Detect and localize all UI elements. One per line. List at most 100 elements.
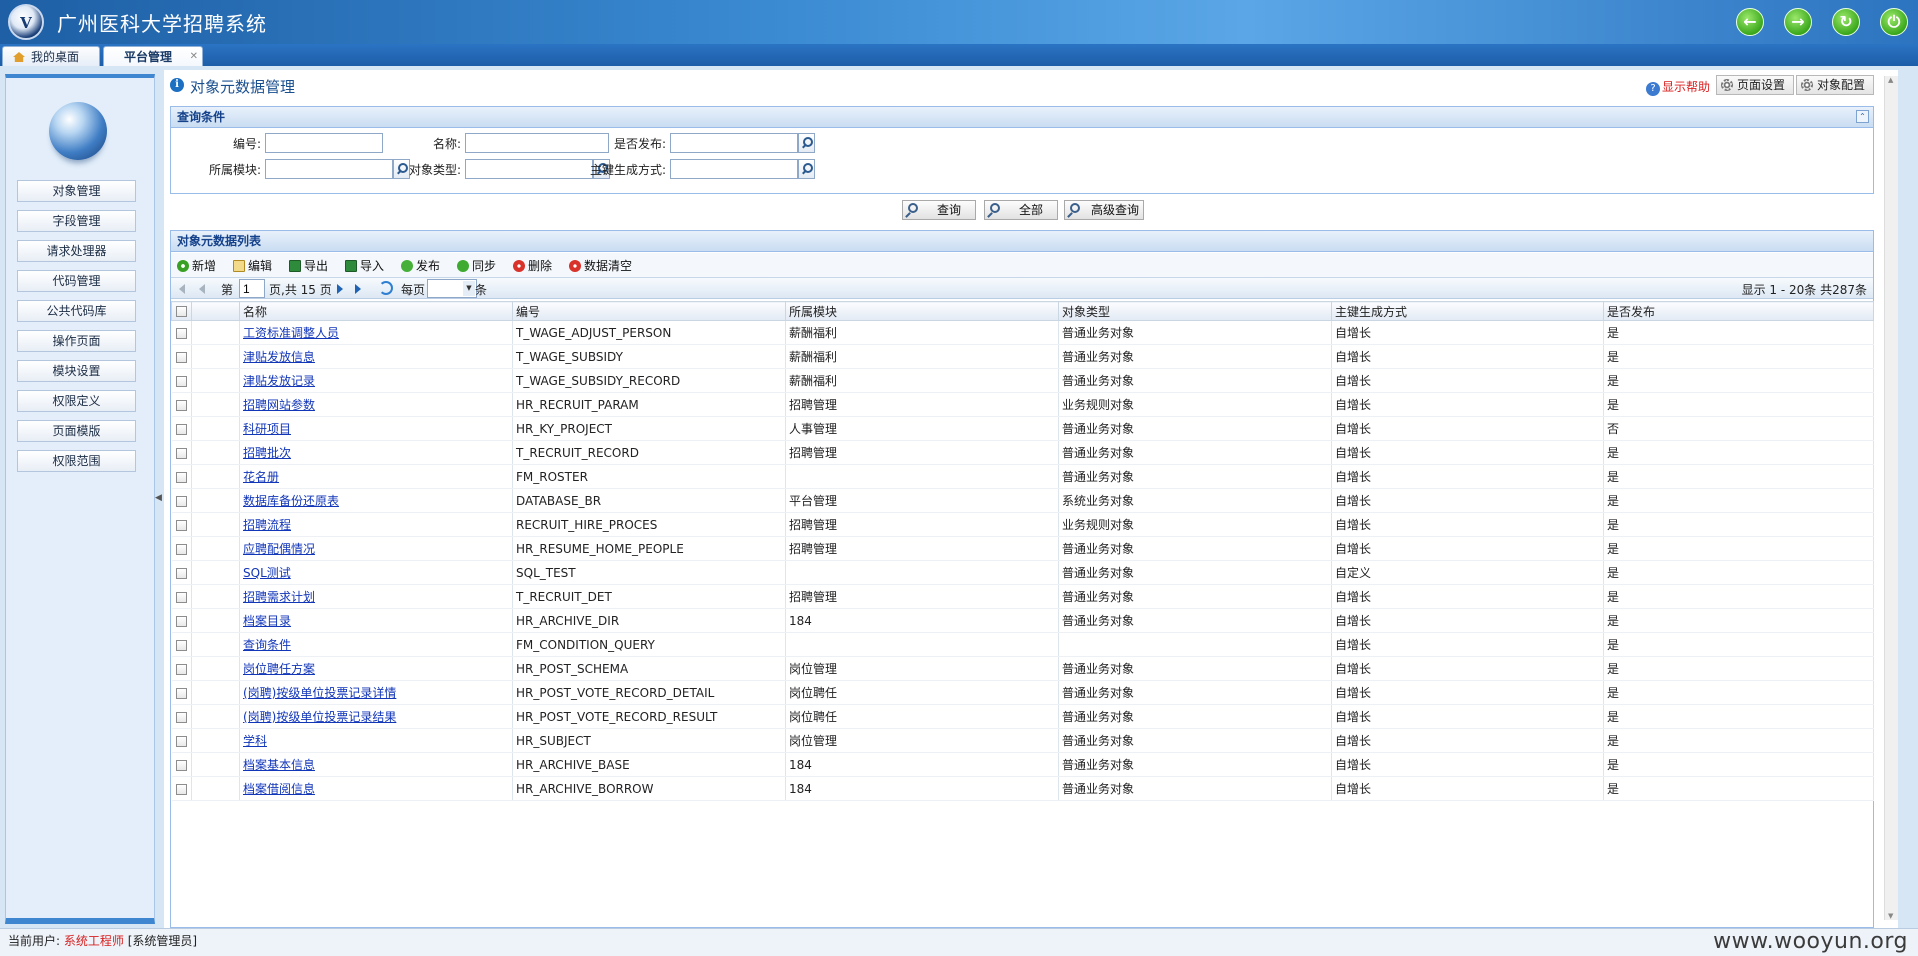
cell-name[interactable]: 津贴发放信息 [239, 344, 513, 369]
object-name-link[interactable]: (岗聘)按级单位投票记录详情 [243, 686, 396, 700]
table-row[interactable]: 津贴发放信息 T_WAGE_SUBSIDY 薪酬福利 普通业务对象 自增长是 [171, 344, 1874, 369]
sidebar-item-object-management[interactable]: 对象管理 [17, 180, 136, 202]
clear-data-button[interactable]: 数据清空 [569, 257, 632, 274]
cell-name[interactable]: 数据库备份还原表 [239, 488, 513, 513]
row-checkbox[interactable] [171, 632, 192, 657]
row-checkbox[interactable] [171, 560, 192, 585]
sidebar-item-code-management[interactable]: 代码管理 [17, 270, 136, 292]
table-row[interactable]: (岗聘)按级单位投票记录详情 HR_POST_VOTE_RECORD_DETAIL… [171, 680, 1874, 705]
row-checkbox[interactable] [171, 584, 192, 609]
row-checkbox[interactable] [171, 608, 192, 633]
column-header-module[interactable]: 所属模块 [785, 301, 1059, 321]
all-button[interactable]: 全部 [984, 200, 1058, 220]
cell-name[interactable]: 花名册 [239, 464, 513, 489]
object-config-button[interactable]: 对象配置 [1796, 75, 1874, 95]
tab-my-desktop[interactable]: 我的桌面 [2, 46, 100, 66]
object-name-link[interactable]: 津贴发放信息 [243, 350, 315, 364]
table-row[interactable]: 招聘流程 RECRUIT_HIRE_PROCES 招聘管理 业务规则对象 自增长是 [171, 512, 1874, 537]
object-name-link[interactable]: 数据库备份还原表 [243, 494, 339, 508]
sidebar-item-field-management[interactable]: 字段管理 [17, 210, 136, 232]
cell-name[interactable]: 查询条件 [239, 632, 513, 657]
row-checkbox[interactable] [171, 344, 192, 369]
prev-page-icon[interactable] [199, 284, 205, 294]
arrow-right-icon[interactable]: → [1784, 8, 1812, 36]
cell-name[interactable]: 档案借阅信息 [239, 776, 513, 801]
row-checkbox[interactable] [171, 704, 192, 729]
table-row[interactable]: 招聘网站参数 HR_RECRUIT_PARAM 招聘管理 业务规则对象 自增长是 [171, 392, 1874, 417]
export-button[interactable]: 导出 [289, 257, 328, 274]
table-row[interactable]: 档案目录 HR_ARCHIVE_DIR 184 普通业务对象 自增长是 [171, 608, 1874, 633]
arrow-left-icon[interactable]: ← [1736, 8, 1764, 36]
page-settings-button[interactable]: 页面设置 [1716, 75, 1794, 95]
object-name-link[interactable]: 查询条件 [243, 638, 291, 652]
row-checkbox[interactable] [171, 752, 192, 777]
row-checkbox[interactable] [171, 488, 192, 513]
page-number-input[interactable] [239, 279, 265, 298]
cell-name[interactable]: 招聘需求计划 [239, 584, 513, 609]
object-name-link[interactable]: 招聘流程 [243, 518, 291, 532]
sidebar-collapse-handle[interactable]: ◀ [155, 484, 162, 512]
object-name-link[interactable]: 应聘配偶情况 [243, 542, 315, 556]
collapse-icon[interactable]: ⌃ [1856, 110, 1869, 123]
cell-name[interactable]: 岗位聘任方案 [239, 656, 513, 681]
table-row[interactable]: 招聘需求计划 T_RECRUIT_DET 招聘管理 普通业务对象 自增长是 [171, 584, 1874, 609]
cell-name[interactable]: 招聘批次 [239, 440, 513, 465]
table-row[interactable]: 花名册 FM_ROSTER 普通业务对象 自增长是 [171, 464, 1874, 489]
object-name-link[interactable]: (岗聘)按级单位投票记录结果 [243, 710, 396, 724]
table-row[interactable]: SQL测试 SQL_TEST 普通业务对象 自定义是 [171, 560, 1874, 585]
object-name-link[interactable]: 津贴发放记录 [243, 374, 315, 388]
table-row[interactable]: (岗聘)按级单位投票记录结果 HR_POST_VOTE_RECORD_RESULT… [171, 704, 1874, 729]
row-checkbox[interactable] [171, 536, 192, 561]
column-header-type[interactable]: 对象类型 [1058, 301, 1332, 321]
search-button[interactable]: 查询 [902, 200, 976, 220]
table-row[interactable]: 招聘批次 T_RECRUIT_RECORD 招聘管理 普通业务对象 自增长是 [171, 440, 1874, 465]
object-name-link[interactable]: 科研项目 [243, 422, 291, 436]
cell-name[interactable]: 学科 [239, 728, 513, 753]
refresh-icon[interactable] [379, 281, 393, 295]
object-name-link[interactable]: 招聘批次 [243, 446, 291, 460]
vertical-scrollbar[interactable] [1884, 76, 1898, 920]
object-name-link[interactable]: 档案借阅信息 [243, 782, 315, 796]
object-name-link[interactable]: 招聘网站参数 [243, 398, 315, 412]
first-page-icon[interactable] [179, 284, 185, 294]
cell-name[interactable]: (岗聘)按级单位投票记录结果 [239, 704, 513, 729]
refresh-icon[interactable]: ↻ [1832, 8, 1860, 36]
show-help-link[interactable]: ? 显示帮助 [1646, 78, 1710, 96]
key-mode-lookup-icon[interactable] [798, 159, 815, 179]
row-checkbox[interactable] [171, 368, 192, 393]
object-name-link[interactable]: 岗位聘任方案 [243, 662, 315, 676]
sidebar-item-request-handler[interactable]: 请求处理器 [17, 240, 136, 262]
object-name-link[interactable]: 学科 [243, 734, 267, 748]
power-icon[interactable]: ⏻ [1880, 8, 1908, 36]
published-lookup-icon[interactable] [798, 133, 815, 153]
sidebar-item-public-code-library[interactable]: 公共代码库 [17, 300, 136, 322]
sync-button[interactable]: 同步 [457, 257, 496, 274]
cell-name[interactable]: 招聘网站参数 [239, 392, 513, 417]
row-checkbox[interactable] [171, 464, 192, 489]
per-page-select[interactable] [427, 279, 477, 298]
object-name-link[interactable]: 招聘需求计划 [243, 590, 315, 604]
column-header-published[interactable]: 是否发布 [1603, 301, 1874, 321]
tab-platform-management[interactable]: 平台管理 ✕ [103, 46, 203, 66]
row-checkbox[interactable] [171, 392, 192, 417]
row-checkbox[interactable] [171, 440, 192, 465]
cell-name[interactable]: 招聘流程 [239, 512, 513, 537]
cell-name[interactable]: SQL测试 [239, 560, 513, 585]
row-checkbox[interactable] [171, 728, 192, 753]
published-input[interactable] [670, 133, 798, 153]
import-button[interactable]: 导入 [345, 257, 384, 274]
sidebar-item-page-templates[interactable]: 页面模版 [17, 420, 136, 442]
table-row[interactable]: 岗位聘任方案 HR_POST_SCHEMA 岗位管理 普通业务对象 自增长是 [171, 656, 1874, 681]
sidebar-item-permission-definition[interactable]: 权限定义 [17, 390, 136, 412]
table-row[interactable]: 科研项目 HR_KY_PROJECT 人事管理 普通业务对象 自增长否 [171, 416, 1874, 441]
column-header-key[interactable]: 主键生成方式 [1331, 301, 1604, 321]
cell-name[interactable]: 津贴发放记录 [239, 368, 513, 393]
row-checkbox[interactable] [171, 656, 192, 681]
close-icon[interactable]: ✕ [190, 47, 198, 67]
cell-name[interactable]: 档案基本信息 [239, 752, 513, 777]
object-name-link[interactable]: 花名册 [243, 470, 279, 484]
row-checkbox[interactable] [171, 416, 192, 441]
cell-name[interactable]: 科研项目 [239, 416, 513, 441]
table-row[interactable]: 津贴发放记录 T_WAGE_SUBSIDY_RECORD 薪酬福利 普通业务对象 自增长… [171, 368, 1874, 393]
cell-name[interactable]: (岗聘)按级单位投票记录详情 [239, 680, 513, 705]
